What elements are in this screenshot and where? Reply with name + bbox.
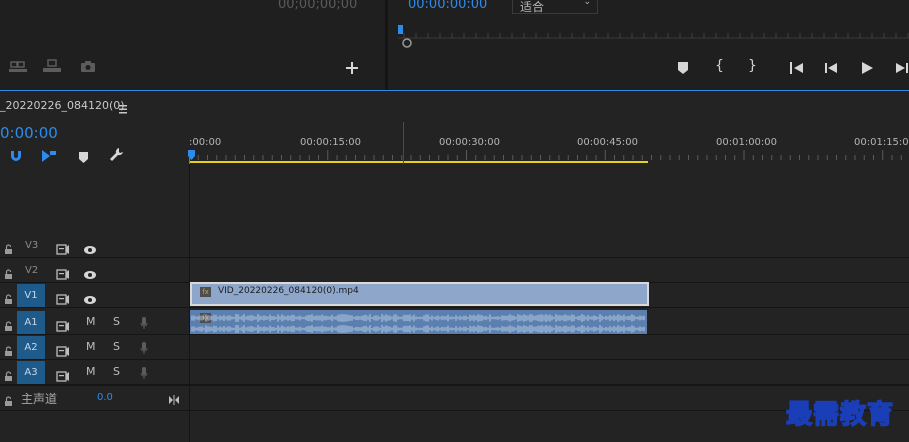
track-row-v3: V3 — [0, 233, 909, 258]
microphone-icon[interactable] — [140, 315, 148, 334]
solo-button[interactable]: S — [113, 365, 120, 378]
play-icon[interactable] — [860, 60, 874, 79]
sequence-name: _20220226_084120(0) — [0, 99, 125, 112]
source-monitor: 00;00;00;00 — [0, 0, 385, 90]
microphone-icon[interactable] — [140, 365, 148, 384]
track-row-a2: A2 M S — [0, 335, 909, 360]
track-target-v1[interactable]: V1 — [17, 284, 45, 307]
ruler-label: 00:01:15:00 — [854, 137, 909, 148]
track-name: A1 — [24, 317, 38, 328]
overwrite-icon[interactable] — [42, 59, 62, 79]
solo-button[interactable]: S — [113, 315, 120, 328]
camera-icon[interactable] — [79, 59, 97, 79]
zoom-select[interactable]: 适合 ⌄ — [512, 0, 598, 14]
track-separator — [0, 307, 909, 308]
track-name: A3 — [24, 367, 38, 378]
lock-icon[interactable] — [4, 392, 13, 411]
insert-icon[interactable] — [8, 59, 28, 79]
sequence-tab[interactable]: _20220226_084120(0) — [0, 99, 125, 112]
go-to-in-icon[interactable] — [789, 60, 805, 79]
mute-button[interactable]: M — [86, 365, 96, 378]
ruler-label: 00:00:45:00 — [577, 137, 639, 148]
time-ruler[interactable]: :00:00 00:00:15:00 00:00:30:00 00:00:45:… — [189, 122, 909, 164]
track-row-a3: A3 M S — [0, 360, 909, 385]
track-target-a2[interactable]: A2 — [17, 336, 45, 359]
go-to-end-icon[interactable] — [168, 390, 180, 409]
track-target-a3[interactable]: A3 — [17, 361, 45, 384]
program-monitor: 00:00:00:00 适合 ⌄ { } — [388, 0, 909, 90]
program-mini-ruler[interactable] — [398, 22, 909, 48]
track-separator — [0, 410, 909, 411]
audio-clip[interactable]: fx — [190, 310, 647, 334]
ruler-label: :00:00 — [189, 137, 222, 148]
step-forward-icon[interactable] — [895, 60, 909, 79]
mark-in-icon[interactable]: { — [715, 58, 724, 74]
microphone-icon[interactable] — [140, 340, 148, 359]
track-name: V3 — [25, 240, 39, 251]
wrench-icon[interactable] — [109, 147, 125, 167]
add-marker-icon[interactable] — [78, 149, 89, 168]
program-timecode[interactable]: 00:00:00:00 — [408, 0, 487, 12]
timeline-panel: _20220226_084120(0) 0:00:00 :00:00 00:00… — [0, 92, 909, 442]
track-separator — [0, 385, 909, 386]
track-name: V1 — [24, 290, 38, 301]
video-clip[interactable]: fx VID_20220226_084120(0).mp4 — [190, 282, 649, 306]
mark-out-icon[interactable]: } — [748, 58, 757, 74]
solo-button[interactable]: S — [113, 340, 120, 353]
work-area-bar — [189, 161, 648, 163]
timeline-timecode[interactable]: 0:00:00 — [0, 124, 58, 142]
audio-waveform — [191, 314, 645, 333]
mute-button[interactable]: M — [86, 315, 96, 328]
marker-icon[interactable] — [677, 60, 689, 79]
watermark: 最需教育 — [785, 399, 895, 431]
step-back-icon[interactable] — [824, 60, 838, 79]
fx-badge: fx — [200, 287, 211, 297]
source-timecode[interactable]: 00;00;00;00 — [278, 0, 357, 12]
plus-icon[interactable] — [345, 60, 359, 79]
chevron-down-icon: ⌄ — [583, 0, 591, 7]
ruler-label: 00:01:00:00 — [716, 137, 778, 148]
ruler-cursor-line — [403, 122, 404, 164]
ruler-label: 00:00:15:00 — [300, 137, 362, 148]
tab-menu-icon[interactable] — [118, 99, 128, 118]
snap-icon[interactable] — [9, 148, 23, 167]
track-name: A2 — [24, 342, 38, 353]
ruler-label: 00:00:30:00 — [439, 137, 501, 148]
track-row-v2: V2 — [0, 258, 909, 283]
track-name: V2 — [25, 265, 39, 276]
track-target-a1[interactable]: A1 — [17, 311, 45, 334]
clip-name: VID_20220226_084120(0).mp4 — [218, 286, 359, 296]
active-panel-border — [0, 90, 909, 91]
ruler-ticks — [189, 150, 902, 163]
linked-selection-icon[interactable] — [41, 148, 57, 167]
zoom-label: 适合 — [520, 0, 545, 14]
master-label: 主声道 — [21, 392, 58, 406]
master-volume[interactable]: 0.0 — [97, 392, 113, 403]
mute-button[interactable]: M — [86, 340, 96, 353]
